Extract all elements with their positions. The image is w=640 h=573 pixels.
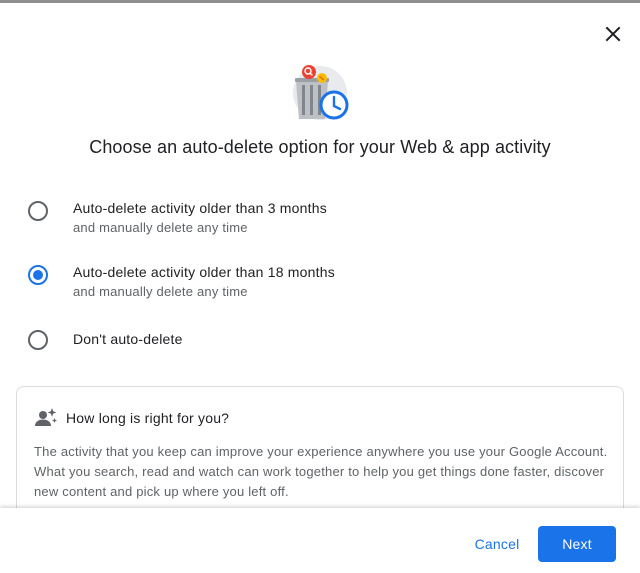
radio-button-selected[interactable]	[28, 265, 48, 285]
dialog-footer: Cancel Next	[0, 508, 640, 573]
cancel-button[interactable]: Cancel	[466, 526, 528, 562]
info-heading: How long is right for you?	[66, 410, 230, 426]
option-dont-auto-delete[interactable]: Don't auto-delete	[26, 328, 586, 354]
radio-button[interactable]	[28, 330, 48, 350]
close-icon	[605, 26, 621, 42]
dialog-title: Choose an auto-delete option for your We…	[89, 137, 551, 157]
auto-delete-dialog: Choose an auto-delete option for your We…	[0, 0, 640, 573]
option-subtitle: and manually delete any time	[73, 220, 248, 235]
option-title: Don't auto-delete	[73, 331, 183, 347]
person-sparkle-icon	[35, 408, 57, 426]
option-18-months[interactable]: Auto-delete activity older than 18 month…	[26, 263, 586, 307]
info-body: The activity that you keep can improve y…	[34, 444, 608, 499]
option-title: Auto-delete activity older than 18 month…	[73, 264, 335, 280]
option-title: Auto-delete activity older than 3 months	[73, 200, 327, 216]
next-button[interactable]: Next	[538, 526, 616, 562]
option-3-months[interactable]: Auto-delete activity older than 3 months…	[26, 199, 586, 243]
auto-delete-illustration	[288, 59, 354, 125]
radio-button[interactable]	[28, 201, 48, 221]
info-icon-wrapper	[35, 407, 57, 429]
option-subtitle: and manually delete any time	[73, 284, 248, 299]
auto-delete-bin-clock-illustration	[293, 65, 349, 120]
close-button[interactable]	[599, 20, 627, 48]
